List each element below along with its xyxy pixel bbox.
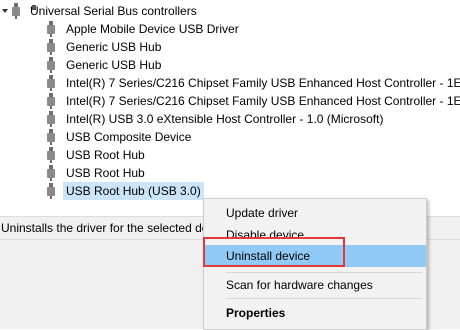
usb-controller-icon [12,3,20,19]
device-label: USB Composite Device [66,130,192,144]
collapse-arrow-icon[interactable] [0,2,10,20]
usb-device-icon [47,165,55,181]
device-label: Apple Mobile Device USB Driver [66,22,239,36]
usb-device-icon [47,57,55,73]
usb-device-icon [47,75,55,91]
menu-separator [226,298,422,299]
usb-device-icon [47,39,55,55]
usb-device-icon [47,129,55,145]
device-label: Generic USB Hub [66,40,162,54]
menu-separator [226,272,422,273]
usb-device-icon [47,21,55,37]
usb-device-icon [47,93,55,109]
device-tree: Universal Serial Bus controllers Apple M… [0,0,460,216]
usb-device-icon [47,147,55,163]
device-label: Generic USB Hub [66,58,162,72]
menu-item-properties[interactable]: Properties [204,302,426,324]
category-label: Universal Serial Bus controllers [30,4,197,18]
device-label: USB Root Hub (USB 3.0) [63,182,204,200]
menu-item-update-driver[interactable]: Update driver [204,202,426,224]
device-label: USB Root Hub [66,166,145,180]
menu-item-scan-hardware[interactable]: Scan for hardware changes [204,274,426,296]
device-label: Intel(R) 7 Series/C216 Chipset Family US… [66,94,460,108]
annotation-highlight-box [203,237,345,267]
usb-device-icon [47,183,55,199]
usb-device-icon [47,111,55,127]
device-label: USB Root Hub [66,148,145,162]
status-text: Uninstalls the driver for the selected d… [1,221,234,235]
device-label: Intel(R) 7 Series/C216 Chipset Family US… [66,76,460,90]
device-label: Intel(R) USB 3.0 eXtensible Host Control… [66,112,384,126]
